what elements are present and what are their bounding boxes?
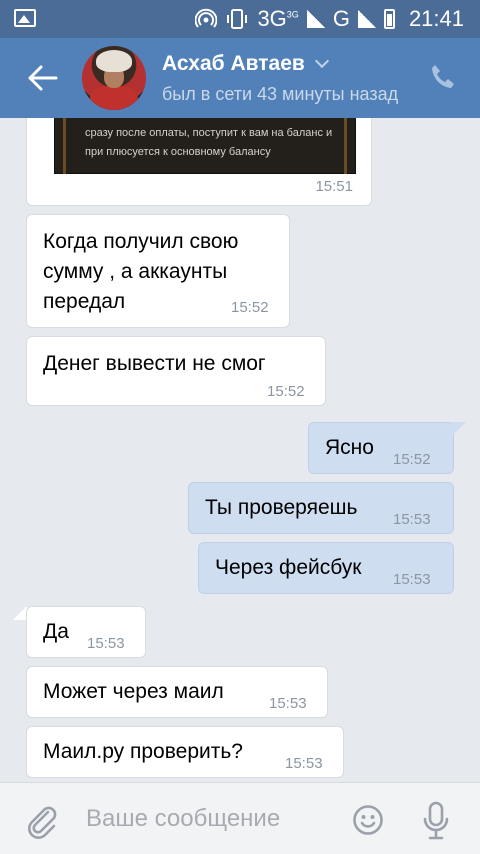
message-text: Маил.ру проверить? [43,740,243,763]
message-text: Ясно [325,436,374,459]
message-bubble-incoming[interactable]: Денег вывести не смог 15:52 [26,336,326,406]
message-text: Через фейсбук [215,556,362,579]
message-time: 15:53 [87,635,125,652]
network-3g: 3G3G [257,6,299,31]
back-arrow-icon[interactable] [26,62,60,94]
clock: 21:41 [408,6,464,31]
message-time: 15:53 [285,755,323,772]
avatar[interactable] [82,46,146,110]
message-text: Да [43,620,69,643]
message-bubble-incoming[interactable]: Маил.ру проверить? 15:53 [26,726,344,778]
message-time: 15:53 [393,571,431,588]
message-time: 15:51 [315,178,353,195]
message-bubble-outgoing[interactable]: Через фейсбук 15:53 [198,542,454,594]
message-bubble-outgoing[interactable]: Ясно 15:52 [308,422,454,474]
message-time: 15:52 [393,451,431,468]
signal-icon-2 [357,10,376,28]
attach-icon[interactable] [24,803,60,839]
message-bubble-incoming[interactable]: Когда получил свою сумму , а аккаунты пе… [26,214,290,328]
last-seen-status: был в сети 43 минуты назад [162,84,399,104]
message-text: Ты проверяешь [205,496,358,519]
message-composer: Ваше сообщение [0,782,480,854]
microphone-icon[interactable] [420,801,452,841]
gallery-icon [14,9,36,27]
contact-name[interactable]: Асхаб Автаев [162,52,329,76]
network-g: G [332,6,350,31]
phone-icon[interactable] [428,62,458,92]
message-text: Может через маил [43,680,224,703]
signal-icon [306,10,325,28]
emoji-icon[interactable] [352,804,384,836]
message-bubble-incoming[interactable]: Да 15:53 [26,606,146,658]
message-text: Денег вывести не смог [43,352,266,375]
chat-header: Асхаб Автаев был в сети 43 минуты назад [0,38,480,118]
message-image[interactable]: сразу после оплаты, поступит к вам на ба… [54,118,356,174]
status-bar: 3G3G G 21:41 [0,0,480,38]
message-bubble-outgoing[interactable]: Ты проверяешь 15:53 [188,482,454,534]
message-list[interactable]: 15:51 сразу после оплаты, поступит к вам… [0,118,480,782]
status-icons: 3G3G G 21:41 [195,6,464,32]
image-caption-text: сразу после оплаты, поступит к вам на ба… [85,127,333,158]
message-input[interactable]: Ваше сообщение [86,805,280,833]
hotspot-icon [195,8,218,28]
chevron-down-icon [314,53,329,69]
message-time: 15:52 [267,383,305,400]
message-time: 15:53 [393,511,431,528]
message-time: 15:53 [269,695,307,712]
battery-icon [383,9,395,29]
message-time: 15:52 [231,299,269,316]
vibrate-icon [227,9,248,29]
message-bubble-incoming[interactable]: Может через маил 15:53 [26,666,328,718]
